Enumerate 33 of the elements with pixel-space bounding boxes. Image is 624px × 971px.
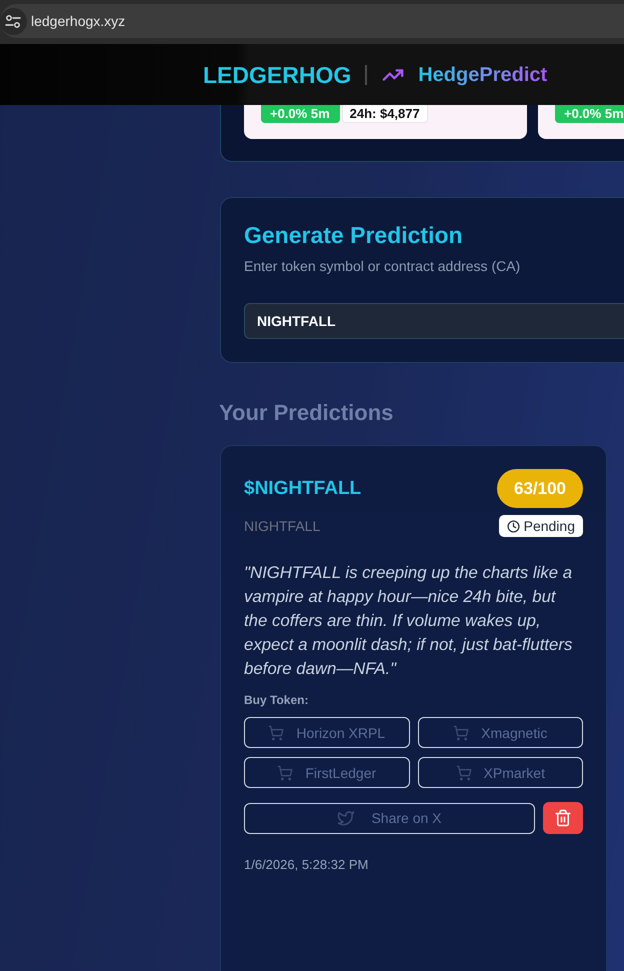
volume-badge: 24h: $4,877: [342, 105, 428, 123]
status-label: Pending: [524, 517, 575, 535]
panel-subtitle: Enter token symbol or contract address (CA): [244, 257, 522, 275]
token-name: NIGHTFALL: [244, 517, 320, 535]
cart-icon: [453, 724, 470, 740]
address-bar[interactable]: ledgerhogx.xyz: [0, 4, 624, 38]
section-title: Your Predictions: [219, 399, 394, 427]
prediction-quote: "NIGHTFALL is creeping up the charts like a vampire at happy hour—nice 24h bite, but the coffers are thin. If volume wakes up, expect a moonlit dash; if not, just bat-flutters before dawn—NFA.": [244, 562, 574, 680]
buy-label: Buy Token:: [244, 692, 310, 708]
clock-icon: [506, 520, 520, 532]
token-card[interactable]: +0.0% 5m: [538, 105, 624, 139]
buy-button[interactable]: XPmarket: [418, 757, 583, 788]
share-button[interactable]: Share on X: [244, 802, 535, 834]
token-symbol: $NIGHTFALL: [244, 476, 362, 500]
timestamp: 1/6/2026, 5:28:32 PM: [244, 856, 370, 874]
buy-button[interactable]: Horizon XRPL: [244, 717, 410, 748]
panel-title: Generate Prediction: [244, 221, 464, 249]
cart-icon: [277, 764, 294, 780]
buy-button[interactable]: Xmagnetic: [418, 717, 583, 748]
score-badge: 63/100: [497, 469, 583, 508]
token-card[interactable]: +0.0% 5m 24h: $4,877: [244, 105, 527, 139]
url-text: ledgerhogx.xyz: [31, 12, 126, 30]
price-change-badge: +0.0% 5m: [555, 105, 624, 123]
trash-icon: [554, 809, 572, 827]
delete-button[interactable]: [543, 802, 583, 834]
brand-logo-text: LEDGERHOG: [203, 60, 352, 88]
price-change-badge: +0.0% 5m: [261, 105, 340, 123]
token-input[interactable]: NIGHTFALL: [244, 303, 624, 339]
site-settings-icon[interactable]: [0, 8, 27, 34]
cart-icon: [456, 764, 472, 780]
cart-icon: [268, 724, 284, 740]
bird-icon: [337, 809, 356, 827]
buy-button[interactable]: FirstLedger: [244, 757, 410, 788]
